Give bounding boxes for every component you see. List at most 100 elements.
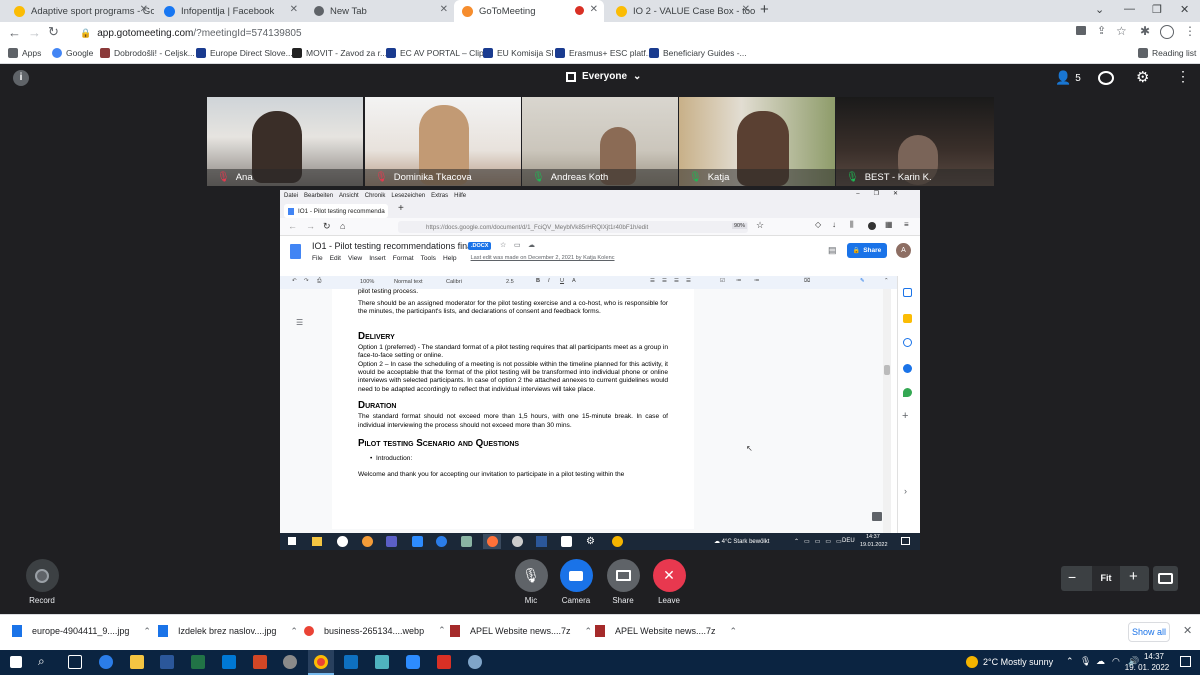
chevron-up-icon[interactable]: ⌃ <box>585 626 593 637</box>
forward-icon[interactable]: → <box>306 221 315 231</box>
close-icon[interactable]: ✕ <box>742 4 750 15</box>
bookmark-item[interactable]: MOVIT - Zavod za r... <box>292 48 387 58</box>
download-item[interactable]: europe-4904411_9....jpg ⌃ <box>12 625 151 637</box>
contacts-icon[interactable] <box>903 364 912 373</box>
share-button[interactable]: 🔒 Share <box>847 243 887 258</box>
add-addon-icon[interactable]: + <box>902 410 908 422</box>
tasks-icon[interactable] <box>903 338 912 347</box>
bookmark-item[interactable]: Dobrodošli! - Celjsk... <box>100 48 195 58</box>
new-tab-button[interactable]: + <box>760 1 769 18</box>
menu-datei[interactable]: Datei <box>284 193 298 199</box>
reload-icon[interactable]: ↻ <box>48 24 59 40</box>
back-icon[interactable]: ← <box>8 25 21 40</box>
chevron-up-icon[interactable]: ⌃ <box>290 626 298 637</box>
extensions-icon[interactable]: ▦ <box>885 220 893 229</box>
edge-icon[interactable] <box>99 655 113 669</box>
menu-icon[interactable]: ⋮ <box>1184 24 1196 38</box>
zoom-app-icon[interactable] <box>412 536 423 547</box>
reading-list-button[interactable]: Reading list <box>1138 48 1196 58</box>
cloud-icon[interactable]: ☁ <box>1096 656 1105 667</box>
video-tile[interactable]: 🎙 Ana <box>207 97 363 186</box>
browser-tab-active[interactable]: GoToMeeting ✕ <box>454 0 604 22</box>
video-tile[interactable]: 🎙 Andreas Koth <box>522 97 678 186</box>
font-select[interactable]: Calibri <box>446 279 462 285</box>
comments-icon[interactable]: ▤ <box>828 245 837 256</box>
align-center-icon[interactable]: ☰ <box>662 278 667 284</box>
audience-selector[interactable]: Everyone ⌄ <box>566 71 641 82</box>
outlook-icon[interactable] <box>222 655 236 669</box>
tray-icons[interactable]: ⌃▭▭▭▭ <box>794 538 847 545</box>
doc-title[interactable]: IO1 - Pilot testing recommendations fina… <box>312 241 474 251</box>
powerpoint-icon[interactable] <box>253 655 267 669</box>
explorer-icon[interactable] <box>312 537 322 546</box>
file-explorer-icon[interactable] <box>130 655 144 669</box>
app-icon[interactable] <box>283 655 297 669</box>
windows-start-icon[interactable] <box>288 537 296 545</box>
last-edit-link[interactable]: Last edit was made on December 2, 2021 b… <box>471 255 615 262</box>
edge-icon[interactable] <box>436 536 447 547</box>
bookmark-item[interactable]: EC AV PORTAL – Clips <box>386 48 488 58</box>
scrollbar-thumb[interactable] <box>884 365 890 375</box>
download-item[interactable]: Izdelek brez naslov....jpg ⌃ <box>158 625 298 637</box>
close-window-button[interactable]: ✕ <box>1180 3 1189 16</box>
star-icon[interactable]: ☆ <box>500 241 506 249</box>
video-tile[interactable]: 🎙 BEST - Karin K. <box>836 97 994 186</box>
close-icon[interactable]: ✕ <box>440 4 448 15</box>
close-icon[interactable]: ✕ <box>290 4 298 15</box>
url-bar[interactable]: 🔒 app.gotomeeting.com/?meetingId=5741398… <box>68 24 1068 42</box>
download-item[interactable]: APEL Website news....7z ⌃ <box>595 625 737 637</box>
chat-icon[interactable] <box>1098 71 1114 85</box>
reload-icon[interactable]: ↻ <box>323 221 331 232</box>
keep-icon[interactable] <box>903 314 912 323</box>
scrollbar[interactable] <box>883 289 891 550</box>
download-icon[interactable]: ↓ <box>832 220 836 229</box>
print-icon[interactable]: ⎙ <box>317 278 321 285</box>
attendees-button[interactable]: 👤 5 <box>1055 70 1081 86</box>
pocket-icon[interactable]: ◇ <box>815 220 821 229</box>
video-tile[interactable]: 🎙 Dominika Tkacova <box>365 97 521 186</box>
undo-icon[interactable]: ↶ <box>292 278 297 284</box>
excel-icon[interactable] <box>191 655 205 669</box>
weather-widget[interactable]: ☁ 4°C Stark bewölkt <box>714 538 769 545</box>
restore-button[interactable]: ❐ <box>1152 3 1162 16</box>
clear-format-icon[interactable]: ⌧ <box>804 278 810 284</box>
editing-mode-icon[interactable]: ✎ <box>860 278 865 284</box>
menu-help[interactable]: Help <box>443 255 457 262</box>
firefox-taskbar-active[interactable] <box>483 534 501 549</box>
close-icon[interactable]: ✕ <box>590 4 598 15</box>
search-icon[interactable]: ⌕ <box>38 654 45 669</box>
zoom-in-icon[interactable]: + <box>1129 568 1138 585</box>
word-icon[interactable] <box>536 536 547 547</box>
redo-icon[interactable]: ↷ <box>304 278 309 284</box>
app-icon[interactable] <box>362 536 373 547</box>
numbered-list-icon[interactable]: ≔ <box>754 278 760 284</box>
chevron-up-icon[interactable]: ⌃ <box>438 625 446 636</box>
show-hidden-icons[interactable]: ⌃ <box>1066 656 1074 667</box>
justify-icon[interactable]: ☰ <box>686 278 691 284</box>
app-icon[interactable] <box>337 536 348 547</box>
task-view-icon[interactable] <box>68 655 82 669</box>
app-icon[interactable] <box>512 536 523 547</box>
menu-lesezeichen[interactable]: Lesezeichen <box>391 193 425 199</box>
menu-ansicht[interactable]: Ansicht <box>339 193 359 199</box>
profile-icon[interactable] <box>1160 25 1174 39</box>
share-icon[interactable]: ⇪ <box>1097 24 1106 37</box>
menu-extras[interactable]: Extras <box>431 193 448 199</box>
outline-icon[interactable]: ☰ <box>296 318 303 327</box>
notification-icon[interactable] <box>1180 656 1191 667</box>
font-size-field[interactable]: 2.5 <box>506 279 514 285</box>
collapse-toolbar-icon[interactable]: ⌃ <box>884 278 889 284</box>
app-icon[interactable] <box>468 655 482 669</box>
settings-gear-icon[interactable]: ⚙ <box>586 536 595 547</box>
download-item[interactable]: business-265134....webp ⌃ <box>304 625 446 636</box>
app-icon[interactable] <box>612 536 623 547</box>
more-icon[interactable]: ⋮ <box>1176 68 1190 85</box>
share-control[interactable]: Share <box>606 559 640 605</box>
menu-chronik[interactable]: Chronik <box>365 193 386 199</box>
chevron-up-icon[interactable]: ⌃ <box>143 626 151 637</box>
teams-icon[interactable] <box>386 536 397 547</box>
menu-hilfe[interactable]: Hilfe <box>454 193 466 199</box>
align-left-icon[interactable]: ☰ <box>650 278 655 284</box>
camera-control[interactable]: Camera <box>559 559 593 605</box>
new-tab-button[interactable]: + <box>398 203 404 214</box>
